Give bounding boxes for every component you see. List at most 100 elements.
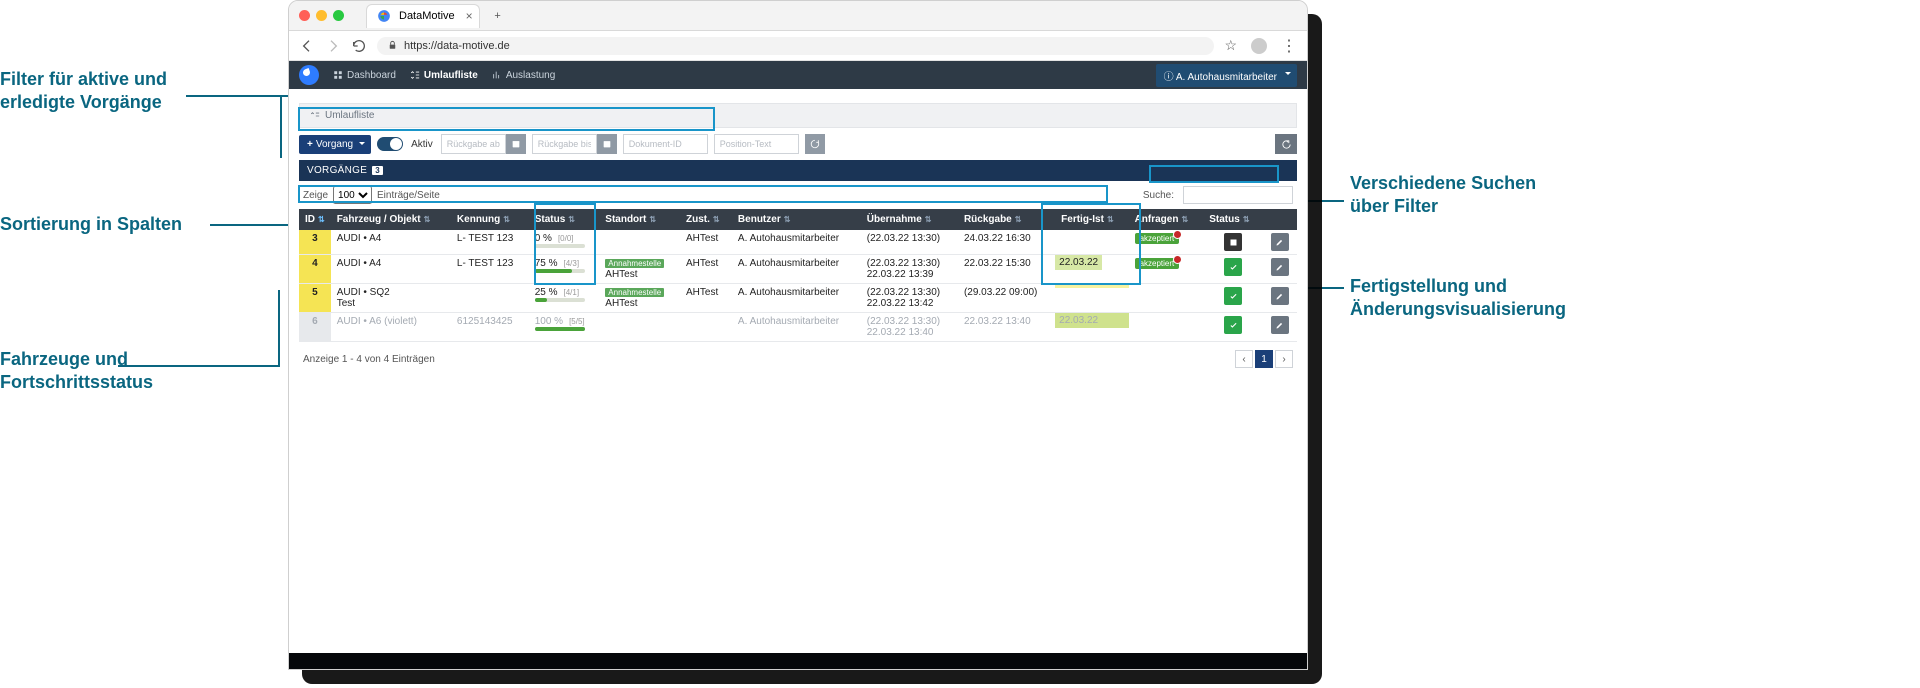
new-vorgang-label: Vorgang [316, 139, 353, 150]
reset-filter-button[interactable] [805, 134, 825, 154]
table-row[interactable]: 6AUDI • A6 (violett)6125143425100 %[5/5]… [299, 313, 1297, 342]
date-to-input[interactable] [532, 134, 597, 154]
window-titlebar: DataMotive × + [289, 1, 1307, 31]
bookmark-star-icon[interactable]: ☆ [1224, 37, 1237, 54]
edit-button[interactable] [1271, 316, 1289, 334]
dokument-id-input[interactable] [623, 134, 708, 154]
status-icon [1224, 287, 1242, 305]
column-header[interactable]: Fertig-Ist⇅ [1055, 209, 1128, 230]
nav-dashboard[interactable]: Dashboard [333, 70, 396, 81]
column-header[interactable]: Anfragen⇅ [1129, 209, 1204, 230]
new-tab-button[interactable]: + [486, 4, 510, 28]
app-logo-icon [299, 65, 319, 85]
nav-umlaufliste[interactable]: Umlaufliste [410, 70, 478, 81]
breadcrumb-label: Umlaufliste [325, 110, 374, 121]
traffic-light-close[interactable] [299, 10, 310, 21]
user-menu-label: A. Autohausmitarbeiter [1176, 72, 1277, 83]
page-size-select[interactable]: 100 [333, 186, 372, 204]
active-toggle-label: Aktiv [411, 139, 433, 150]
column-header[interactable]: Übernahme⇅ [861, 209, 958, 230]
page-current[interactable]: 1 [1255, 350, 1273, 368]
table-row[interactable]: 5AUDI • SQ2 Test25 %[4/1]AnnahmestelleAH… [299, 284, 1297, 313]
page-prev[interactable]: ‹ [1235, 350, 1253, 368]
callout-filter: Filter für aktive und erledigte Vorgänge [0, 68, 167, 113]
close-icon[interactable]: × [466, 9, 473, 23]
back-icon[interactable] [299, 38, 315, 54]
column-header[interactable]: Status⇅ [1203, 209, 1263, 230]
forward-icon[interactable] [325, 38, 341, 54]
search-input[interactable] [1183, 186, 1293, 204]
list-icon [410, 70, 420, 80]
show-label: Zeige [303, 190, 328, 201]
date-from-input[interactable] [441, 134, 506, 154]
date-to-field[interactable] [532, 134, 617, 154]
callout-completion: Fertigstellung und Änderungsvisualisieru… [1350, 275, 1566, 320]
position-text-input[interactable] [714, 134, 799, 154]
edit-button[interactable] [1271, 233, 1289, 251]
traffic-light-zoom[interactable] [333, 10, 344, 21]
entries-label: Einträge/Seite [377, 190, 440, 201]
reload-icon[interactable] [351, 38, 367, 54]
browser-tab[interactable]: DataMotive × [366, 4, 480, 28]
traffic-light-minimize[interactable] [316, 10, 327, 21]
table-row[interactable]: 4AUDI • A4L- TEST 12375 %[4/3]Annahmeste… [299, 255, 1297, 284]
google-favicon-icon [377, 9, 391, 23]
user-icon: ⓘ [1164, 72, 1176, 83]
page-next[interactable]: › [1275, 350, 1293, 368]
url-text: https://data-motive.de [404, 40, 510, 52]
filter-bar: Vorgang Aktiv [299, 134, 1297, 154]
lead-line [118, 365, 278, 367]
address-bar: https://data-motive.de ☆ ⋮ [289, 31, 1307, 61]
app-navbar: Dashboard Umlaufliste Auslastung ⓘ A. Au… [289, 61, 1307, 89]
panel-heading: VORGÄNGE 3 [299, 160, 1297, 181]
window-bottom-bezel [289, 653, 1307, 669]
lead-line [280, 95, 282, 158]
column-header[interactable]: Kennung⇅ [451, 209, 529, 230]
browser-tab-title: DataMotive [399, 10, 455, 22]
callout-sort: Sortierung in Spalten [0, 213, 182, 236]
calendar-icon[interactable] [506, 134, 526, 154]
callout-vehicles: Fahrzeuge und Fortschrittsstatus [0, 348, 153, 393]
status-icon [1224, 258, 1242, 276]
date-from-field[interactable] [441, 134, 526, 154]
nav-auslastung[interactable]: Auslastung [492, 70, 555, 81]
column-header[interactable]: ID⇅ [299, 209, 331, 230]
calendar-icon[interactable] [597, 134, 617, 154]
column-header[interactable]: Benutzer⇅ [732, 209, 861, 230]
dashboard-icon [333, 70, 343, 80]
menu-kebab-icon[interactable]: ⋮ [1281, 36, 1297, 56]
edit-button[interactable] [1271, 258, 1289, 276]
pagination: ‹ 1 › [1235, 350, 1293, 368]
profile-avatar[interactable] [1251, 38, 1267, 54]
column-header[interactable]: Fahrzeug / Objekt⇅ [331, 209, 451, 230]
column-header[interactable]: Standort⇅ [599, 209, 680, 230]
column-header[interactable]: Rückgabe⇅ [958, 209, 1055, 230]
table-row[interactable]: 3AUDI • A4L- TEST 1230 %[0/0]AHTestA. Au… [299, 230, 1297, 255]
lock-icon [387, 40, 398, 51]
lead-line [278, 290, 280, 367]
nav-umlaufliste-label: Umlaufliste [424, 70, 478, 81]
new-vorgang-button[interactable]: Vorgang [299, 135, 371, 154]
url-field[interactable]: https://data-motive.de [377, 37, 1214, 55]
table-info: Anzeige 1 - 4 von 4 Einträgen [303, 354, 435, 365]
user-menu-button[interactable]: ⓘ A. Autohausmitarbeiter [1156, 64, 1297, 87]
list-icon [310, 111, 320, 121]
edit-button[interactable] [1271, 287, 1289, 305]
column-header[interactable]: Zust.⇅ [680, 209, 732, 230]
status-icon [1224, 233, 1242, 251]
browser-window: DataMotive × + https://data-motive.de ☆ … [288, 0, 1308, 670]
lead-line [210, 224, 299, 226]
active-toggle[interactable] [377, 137, 403, 151]
breadcrumb: Umlaufliste [299, 103, 1297, 128]
reload-button[interactable] [1275, 134, 1297, 154]
column-header[interactable] [1263, 209, 1297, 230]
position-text-field[interactable] [714, 134, 799, 154]
panel-title: VORGÄNGE [307, 165, 367, 176]
chart-icon [492, 70, 502, 80]
vorgaenge-table: ID⇅Fahrzeug / Objekt⇅Kennung⇅Status⇅Stan… [299, 209, 1297, 342]
nav-dashboard-label: Dashboard [347, 70, 396, 81]
dokument-id-field[interactable] [623, 134, 708, 154]
callout-search: Verschiedene Suchen über Filter [1350, 172, 1536, 217]
status-icon [1224, 316, 1242, 334]
column-header[interactable]: Status⇅ [529, 209, 600, 230]
